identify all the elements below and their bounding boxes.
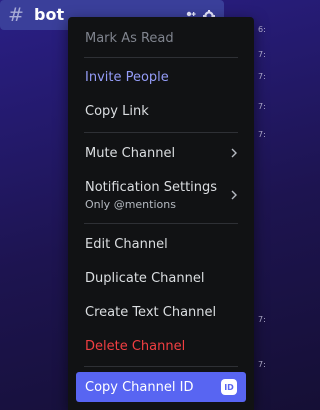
- timestamp: 7:: [258, 360, 266, 369]
- channel-context-menu: Mark As Read Invite People Copy Link Mut…: [68, 17, 254, 410]
- copy-link-label: Copy Link: [85, 103, 149, 119]
- invite-people-label: Invite People: [85, 69, 169, 85]
- invite-people-item[interactable]: Invite People: [76, 62, 246, 92]
- create-text-channel-item[interactable]: Create Text Channel: [76, 297, 246, 327]
- timestamp: 7:: [258, 315, 266, 324]
- channel-name: bot: [34, 5, 65, 24]
- edit-channel-label: Edit Channel: [85, 236, 168, 252]
- mark-as-read-item[interactable]: Mark As Read: [76, 23, 246, 53]
- edit-channel-item[interactable]: Edit Channel: [76, 229, 246, 259]
- timestamp: 7:: [258, 72, 266, 81]
- duplicate-channel-item[interactable]: Duplicate Channel: [76, 263, 246, 293]
- delete-channel-item[interactable]: Delete Channel: [76, 331, 246, 361]
- id-icon: ID: [221, 379, 237, 395]
- notification-settings-value: Only @mentions: [85, 197, 176, 211]
- create-text-channel-label: Create Text Channel: [85, 304, 217, 320]
- chevron-right-icon: [231, 148, 237, 158]
- hash-icon: #: [8, 4, 24, 26]
- menu-separator: [84, 132, 238, 133]
- timestamp: 7:: [258, 50, 266, 59]
- timestamp: 7:: [258, 130, 266, 139]
- duplicate-channel-label: Duplicate Channel: [85, 270, 205, 286]
- notification-settings-item[interactable]: Notification Settings Only @mentions: [76, 174, 246, 216]
- mute-channel-label: Mute Channel: [85, 145, 176, 161]
- menu-separator: [84, 366, 238, 367]
- copy-link-item[interactable]: Copy Link: [76, 96, 246, 126]
- copy-channel-id-label: Copy Channel ID: [85, 379, 194, 395]
- menu-separator: [84, 57, 238, 58]
- menu-separator: [84, 223, 238, 224]
- timestamp: 6:: [258, 25, 266, 34]
- notification-settings-label: Notification Settings: [85, 179, 218, 195]
- copy-channel-id-item[interactable]: Copy Channel ID ID: [76, 372, 246, 402]
- mark-as-read-label: Mark As Read: [85, 30, 174, 46]
- chevron-right-icon: [231, 190, 237, 200]
- mute-channel-item[interactable]: Mute Channel: [76, 138, 246, 168]
- timestamp: 7:: [258, 102, 266, 111]
- delete-channel-label: Delete Channel: [85, 338, 186, 354]
